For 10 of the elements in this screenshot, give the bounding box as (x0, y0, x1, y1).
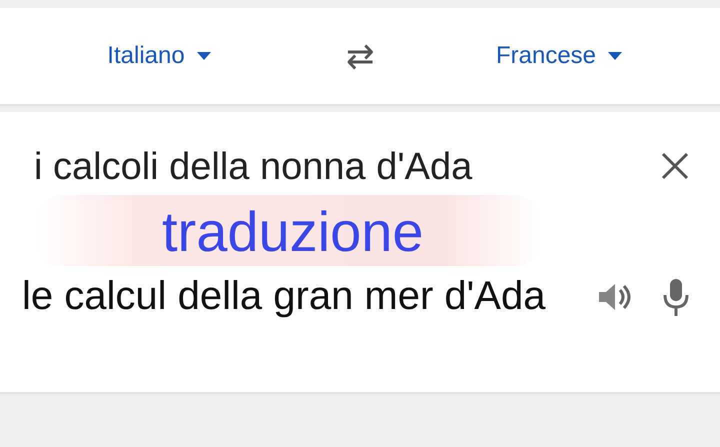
input-text[interactable]: i calcoli della nonna d'Ada (22, 146, 472, 189)
translation-text: le calcul della gran mer d'Ada (22, 274, 546, 319)
target-language-button[interactable]: Francese (490, 41, 630, 71)
microphone-icon[interactable] (662, 276, 690, 316)
caret-icon (606, 51, 624, 61)
source-language-button[interactable]: Italiano (101, 41, 219, 71)
overlay-text: traduzione (162, 200, 424, 263)
swap-button[interactable]: ⇄ (346, 36, 374, 76)
close-icon[interactable] (660, 150, 690, 180)
caret-icon (194, 51, 213, 61)
